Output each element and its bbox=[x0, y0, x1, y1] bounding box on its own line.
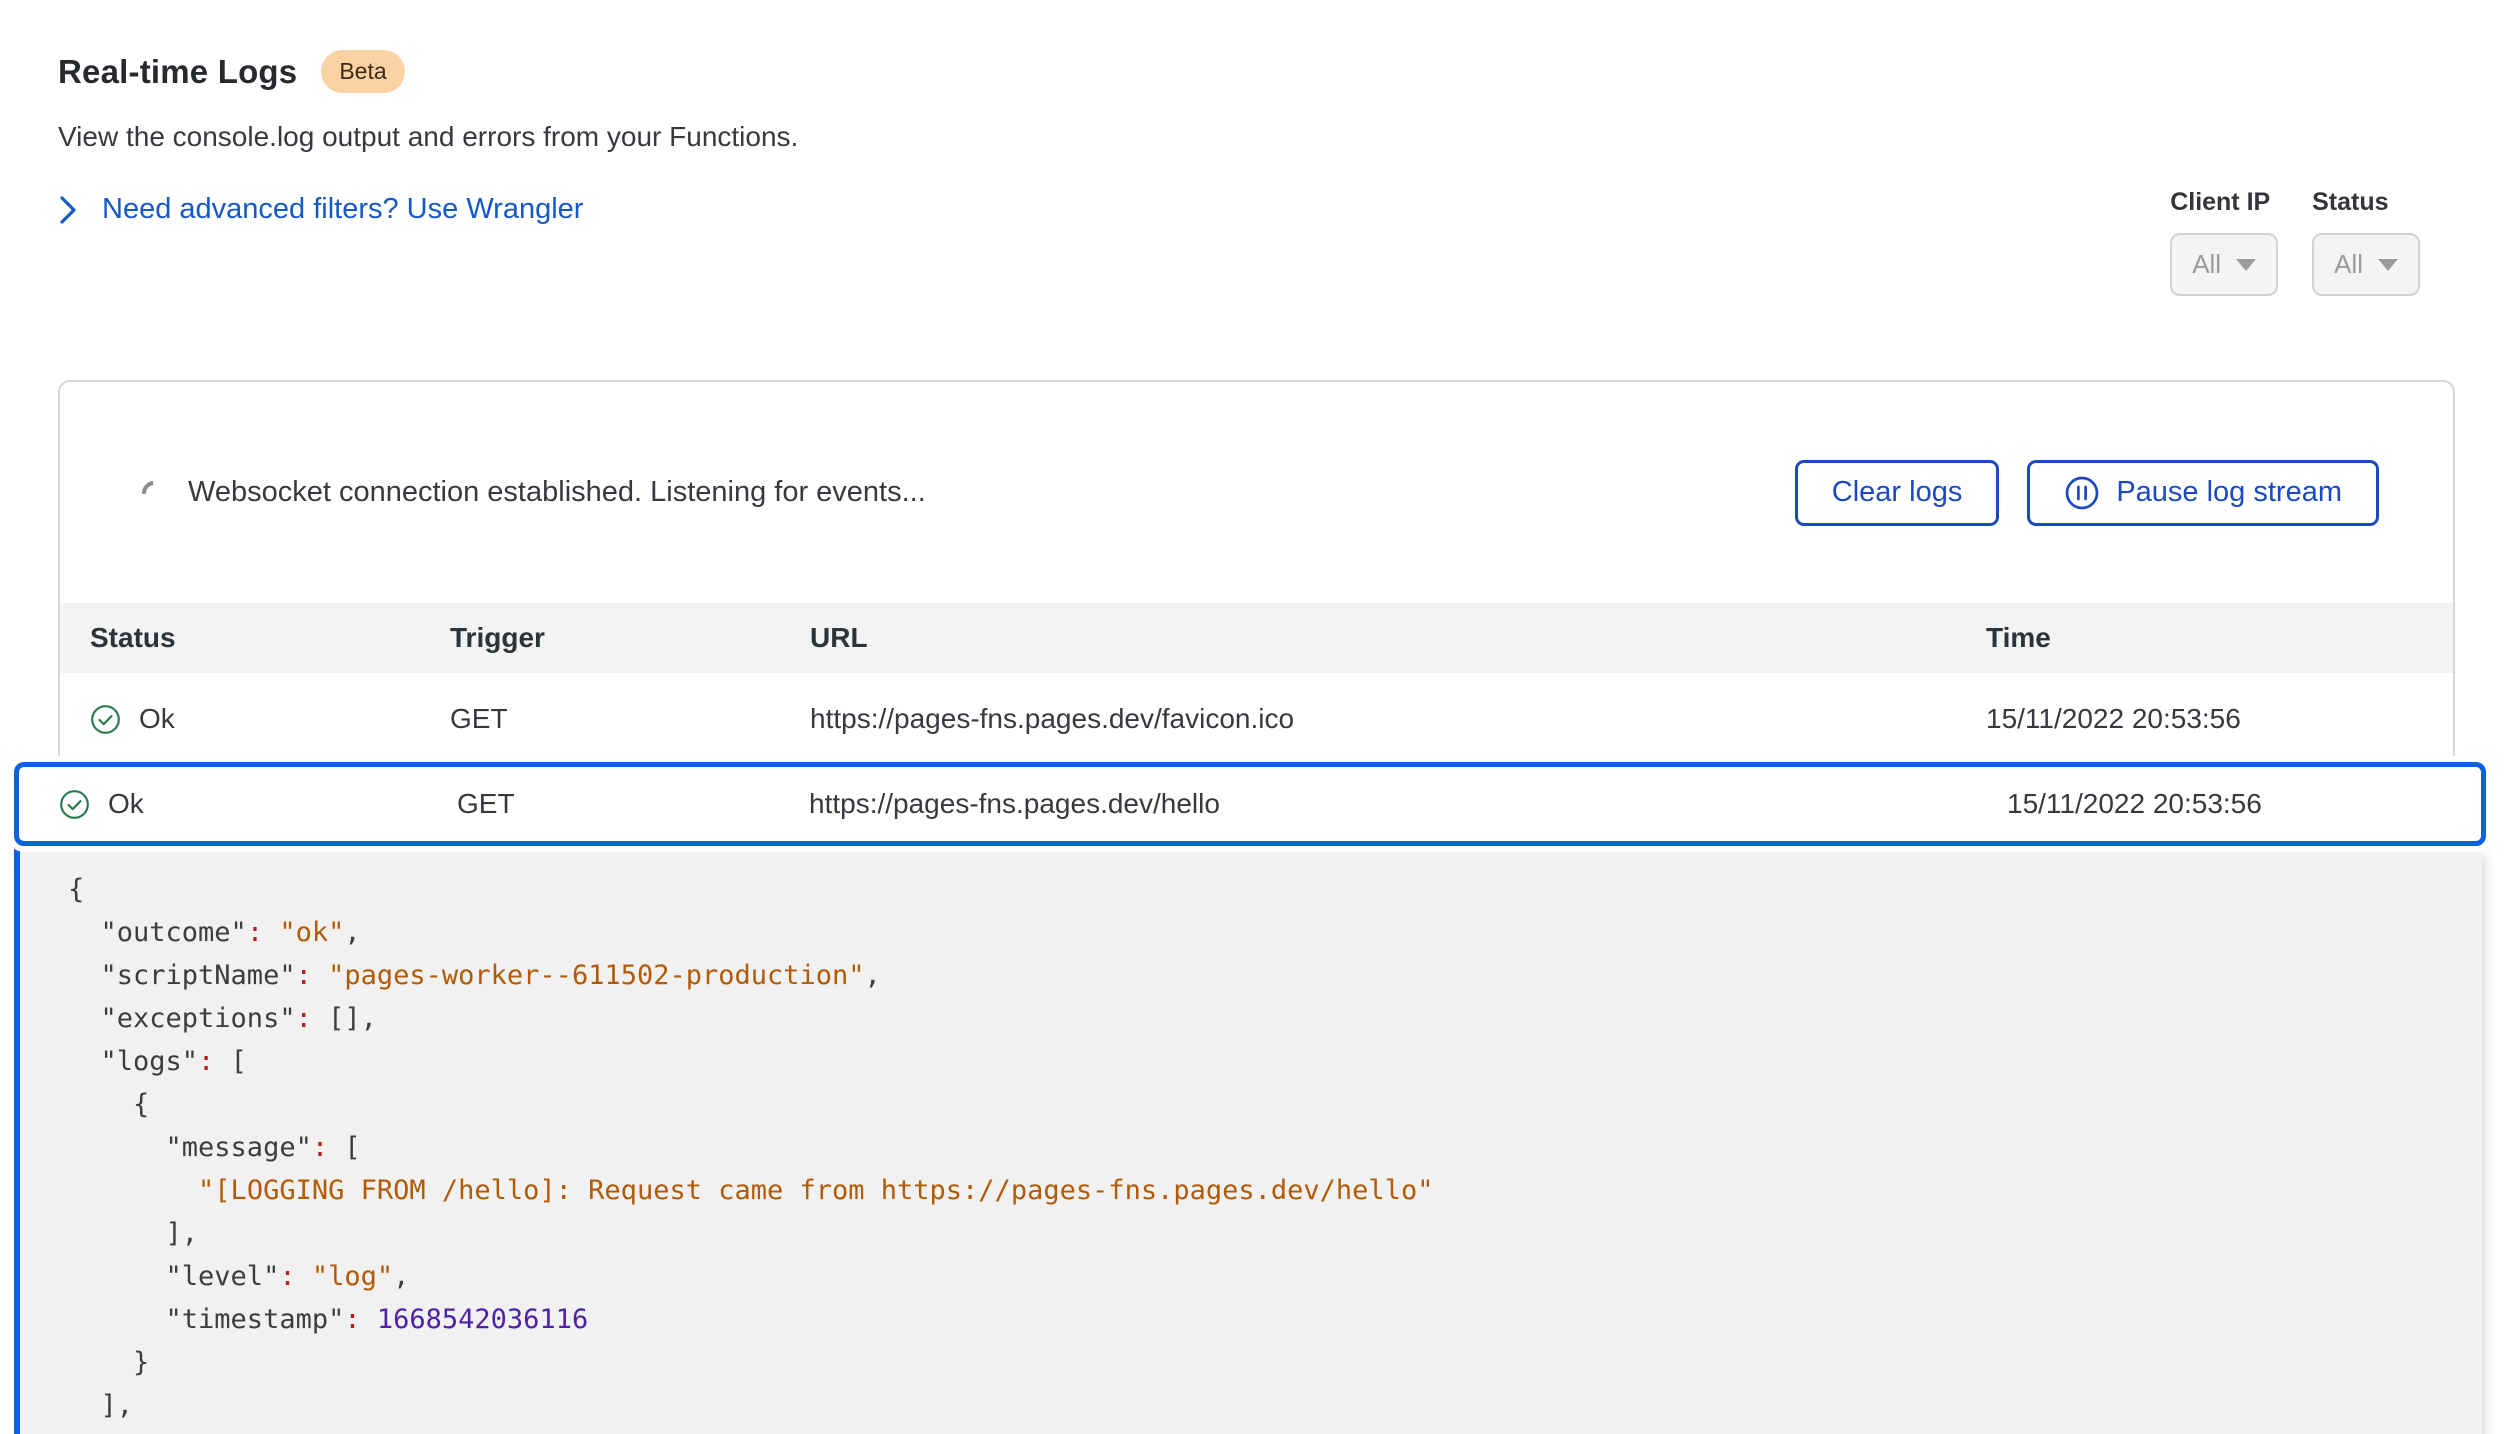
filters: Client IP All Status All bbox=[2170, 188, 2420, 296]
row-trigger: GET bbox=[450, 703, 810, 735]
table-row[interactable]: Ok GET https://pages-fns.pages.dev/favic… bbox=[60, 673, 2453, 765]
status-filter-value: All bbox=[2334, 249, 2363, 280]
status-filter-dropdown[interactable]: All bbox=[2312, 233, 2420, 296]
row-url: https://pages-fns.pages.dev/hello bbox=[809, 788, 2007, 820]
row-trigger: GET bbox=[457, 788, 809, 820]
status-filter-label: Status bbox=[2312, 188, 2420, 217]
column-header-trigger: Trigger bbox=[450, 622, 810, 654]
column-header-url: URL bbox=[810, 622, 1986, 654]
page-header: Real-time Logs Beta View the console.log… bbox=[58, 50, 798, 226]
row-status: Ok bbox=[139, 703, 175, 735]
log-toolbar: Websocket connection established. Listen… bbox=[60, 382, 2453, 603]
column-header-time: Time bbox=[1986, 622, 2453, 654]
caret-down-icon bbox=[2378, 259, 2398, 271]
pause-log-stream-button-label: Pause log stream bbox=[2116, 476, 2342, 509]
chevron-right-icon bbox=[58, 195, 78, 225]
expanded-log-panel: { "outcome": "ok", "scriptName": "pages-… bbox=[14, 846, 2482, 1434]
client-ip-filter-dropdown[interactable]: All bbox=[2170, 233, 2278, 296]
row-status: Ok bbox=[108, 788, 144, 820]
page-subtitle: View the console.log output and errors f… bbox=[58, 121, 798, 153]
wrangler-link[interactable]: Need advanced filters? Use Wrangler bbox=[58, 193, 798, 226]
pause-log-stream-button[interactable]: Pause log stream bbox=[2027, 460, 2379, 526]
client-ip-filter-value: All bbox=[2192, 249, 2221, 280]
spinner-icon bbox=[137, 476, 171, 510]
row-time: 15/11/2022 20:53:56 bbox=[1986, 703, 2453, 735]
column-header-status: Status bbox=[90, 622, 450, 654]
check-circle-icon bbox=[59, 789, 90, 820]
pause-circle-icon bbox=[2064, 475, 2100, 511]
client-ip-filter-label: Client IP bbox=[2170, 188, 2278, 217]
row-time: 15/11/2022 20:53:56 bbox=[2007, 788, 2481, 820]
table-row-selected[interactable]: Ok GET https://pages-fns.pages.dev/hello… bbox=[14, 762, 2486, 846]
clear-logs-button-label: Clear logs bbox=[1832, 476, 1963, 509]
beta-badge: Beta bbox=[321, 50, 404, 93]
caret-down-icon bbox=[2236, 259, 2256, 271]
websocket-status-message: Websocket connection established. Listen… bbox=[188, 476, 926, 509]
wrangler-link-label: Need advanced filters? Use Wrangler bbox=[102, 193, 583, 226]
page-title: Real-time Logs bbox=[58, 53, 297, 91]
row-url: https://pages-fns.pages.dev/favicon.ico bbox=[810, 703, 1986, 735]
check-circle-icon bbox=[90, 704, 121, 735]
json-log-code: { "outcome": "ok", "scriptName": "pages-… bbox=[68, 868, 2482, 1427]
clear-logs-button[interactable]: Clear logs bbox=[1795, 460, 2000, 526]
log-table-header: Status Trigger URL Time bbox=[60, 603, 2453, 673]
